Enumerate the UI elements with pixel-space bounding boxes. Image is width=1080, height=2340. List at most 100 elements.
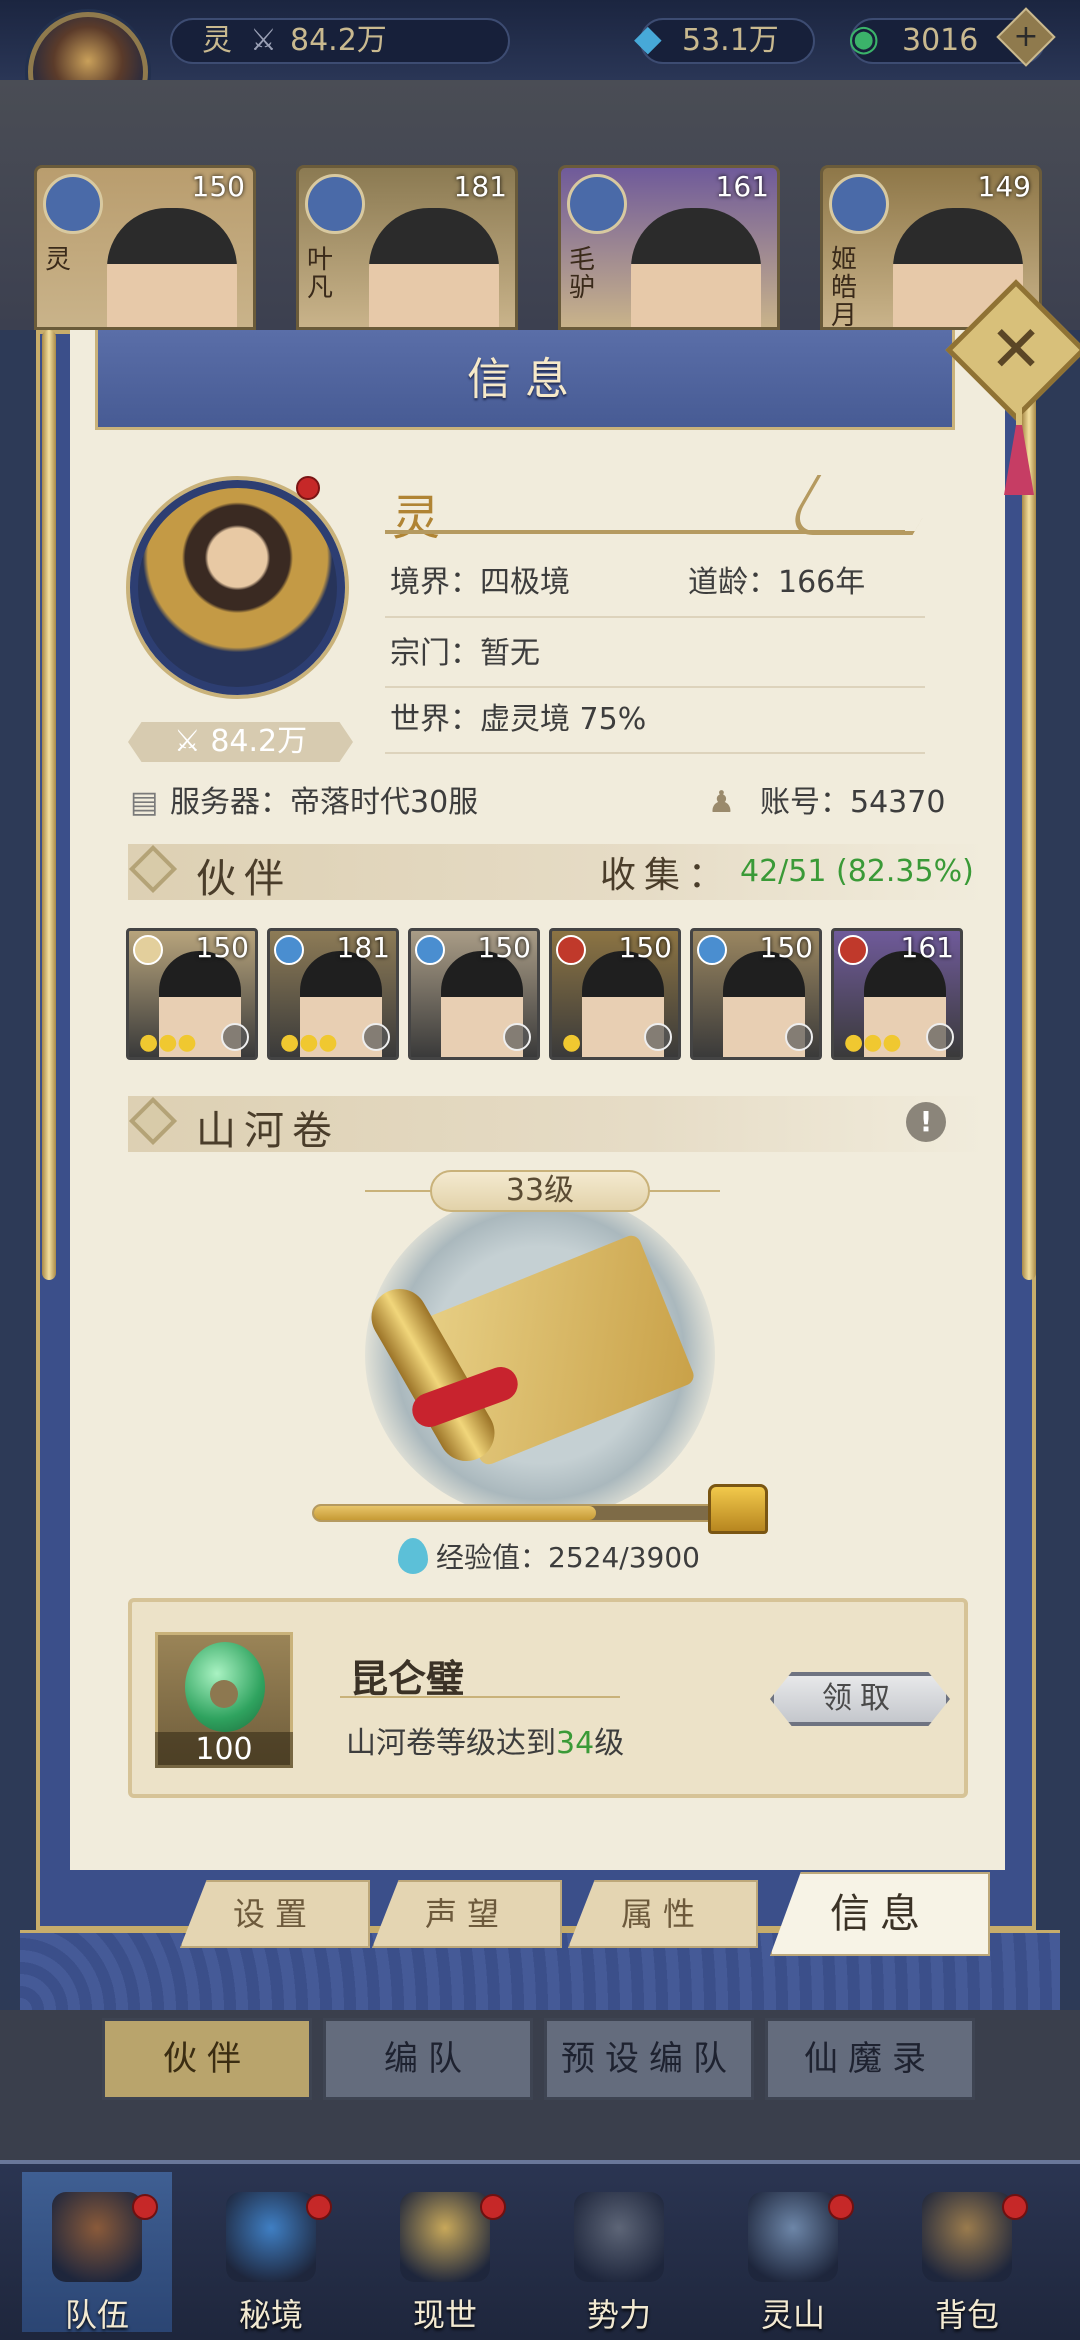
hero-name: 灵 — [45, 245, 72, 275]
exp-flame-icon — [398, 1538, 428, 1574]
wind-element-icon — [829, 174, 889, 234]
partner-card[interactable]: 150 ● — [549, 928, 681, 1060]
nav-label: 队伍 — [64, 2296, 129, 2334]
panel-tab[interactable]: 声望 — [372, 1880, 562, 1948]
hero-name: 叶凡 — [307, 245, 334, 303]
nav-notification-dot — [1002, 2194, 1028, 2220]
sword-icon: ⚔ — [250, 23, 277, 58]
divider — [385, 686, 925, 688]
light-element-icon — [43, 174, 103, 234]
scroll-icon — [400, 2192, 490, 2282]
partner-level: 150 — [759, 931, 813, 964]
profile-name: 灵 — [392, 490, 441, 546]
nav-item[interactable]: 秘境 — [196, 2172, 346, 2334]
hero-level: 149 — [977, 170, 1031, 203]
element-icon — [697, 935, 727, 965]
player-name: 灵 — [202, 23, 232, 58]
fire-element-icon — [567, 174, 627, 234]
jade-hole — [210, 1680, 238, 1708]
reward-condition-suffix: 级 — [594, 1726, 625, 1761]
team-subtab[interactable]: 编队 — [323, 2018, 533, 2100]
partner-level: 150 — [477, 931, 531, 964]
server-text: 服务器：帝落时代30服 — [170, 785, 479, 820]
element-icon — [274, 935, 304, 965]
team-hero-card[interactable]: 毛驴 161 — [558, 165, 780, 330]
server-icon: ▤ — [130, 785, 159, 820]
partner-level: 150 — [618, 931, 672, 964]
nav-label: 灵山 — [760, 2296, 825, 2334]
nav-notification-dot — [306, 2194, 332, 2220]
team-subtab[interactable]: 伙伴 — [102, 2018, 312, 2100]
hero-level: 161 — [715, 170, 769, 203]
partner-stars: ●●● — [280, 1030, 338, 1055]
close-icon: ✕ — [989, 313, 1043, 387]
spirit-stone-pill: ◆ 53.1万 — [634, 18, 815, 64]
divider — [385, 616, 925, 618]
portal-icon — [226, 2192, 316, 2282]
profile-avatar[interactable] — [130, 480, 345, 695]
exp-label-text: 经验值： — [436, 1541, 549, 1574]
crystal-icon: ◆ — [634, 18, 662, 59]
partner-level: 150 — [195, 931, 249, 964]
info-button[interactable]: ! — [906, 1102, 946, 1142]
team-icon — [52, 2192, 142, 2282]
hero-portrait — [369, 208, 499, 327]
partner-rank-badge — [503, 1023, 531, 1051]
team-subtab[interactable]: 预设编队 — [544, 2018, 754, 2100]
bag-icon — [922, 2192, 1012, 2282]
reward-item-name: 昆仑璧 — [350, 1656, 465, 1701]
scroll-title: 山河卷 — [196, 1108, 340, 1154]
nav-label: 秘境 — [238, 2296, 303, 2334]
partner-card[interactable]: 150 — [690, 928, 822, 1060]
element-icon — [838, 935, 868, 965]
partner-card[interactable]: 150 — [408, 928, 540, 1060]
element-icon — [556, 935, 586, 965]
collect-value: 42/51 (82.35%) — [740, 854, 974, 889]
panel-tab[interactable]: 设置 — [180, 1880, 370, 1948]
partner-card[interactable]: 150 ●●● — [126, 928, 258, 1060]
element-icon — [133, 935, 163, 965]
hero-level: 150 — [191, 170, 245, 203]
nav-label: 背包 — [934, 2296, 999, 2334]
nav-item[interactable]: 现世 — [370, 2172, 520, 2334]
partner-rank-badge — [926, 1023, 954, 1051]
partner-level: 181 — [336, 931, 390, 964]
jade-pill: ◉ 3016 + — [848, 7, 1056, 67]
water-element-icon — [305, 174, 365, 234]
claim-button[interactable]: 领取 — [770, 1672, 950, 1726]
divider — [385, 752, 925, 754]
partner-rank-badge — [785, 1023, 813, 1051]
plaque-line-right — [640, 1190, 720, 1192]
sect-text: 宗门：暂无 — [390, 636, 540, 671]
team-subtab[interactable]: 仙魔录 — [765, 2018, 975, 2100]
world-text: 世界：虚灵境 75% — [390, 702, 647, 737]
reward-name-line — [340, 1696, 620, 1698]
mountain-icon — [748, 2192, 838, 2282]
team-hero-card[interactable]: 灵 150 — [34, 165, 256, 330]
jade-coin-icon: ◉ — [848, 18, 880, 59]
partner-card[interactable]: 181 ●●● — [267, 928, 399, 1060]
power-pill: 灵 ⚔ 84.2万 — [170, 18, 510, 64]
nav-item[interactable]: 势力 — [544, 2172, 694, 2334]
sword-icon: ⚔ — [173, 724, 211, 759]
panel-tab[interactable]: 信息 — [770, 1872, 990, 1956]
partner-level: 161 — [900, 931, 954, 964]
nav-label: 现世 — [412, 2296, 477, 2334]
panel-tab[interactable]: 属性 — [568, 1880, 758, 1948]
partner-stars: ● — [562, 1030, 582, 1055]
nav-item[interactable]: 背包 — [892, 2172, 1042, 2334]
hero-portrait — [107, 208, 237, 327]
reward-condition-level: 34 — [556, 1726, 595, 1761]
partner-rank-badge — [221, 1023, 249, 1051]
nav-item[interactable]: 灵山 — [718, 2172, 868, 2334]
palace-icon — [574, 2192, 664, 2282]
exp-label: 经验值：2524/3900 — [436, 1536, 700, 1576]
team-hero-card[interactable]: 叶凡 181 — [296, 165, 518, 330]
left-rod — [42, 330, 56, 1280]
treasure-chest-icon[interactable] — [708, 1484, 768, 1534]
nav-item[interactable]: 队伍 — [22, 2172, 172, 2334]
account-text: 账号：54370 — [760, 785, 946, 820]
partner-stars: ●●● — [844, 1030, 902, 1055]
jade-value: 3016 — [902, 23, 979, 58]
partner-card[interactable]: 161 ●●● — [831, 928, 963, 1060]
